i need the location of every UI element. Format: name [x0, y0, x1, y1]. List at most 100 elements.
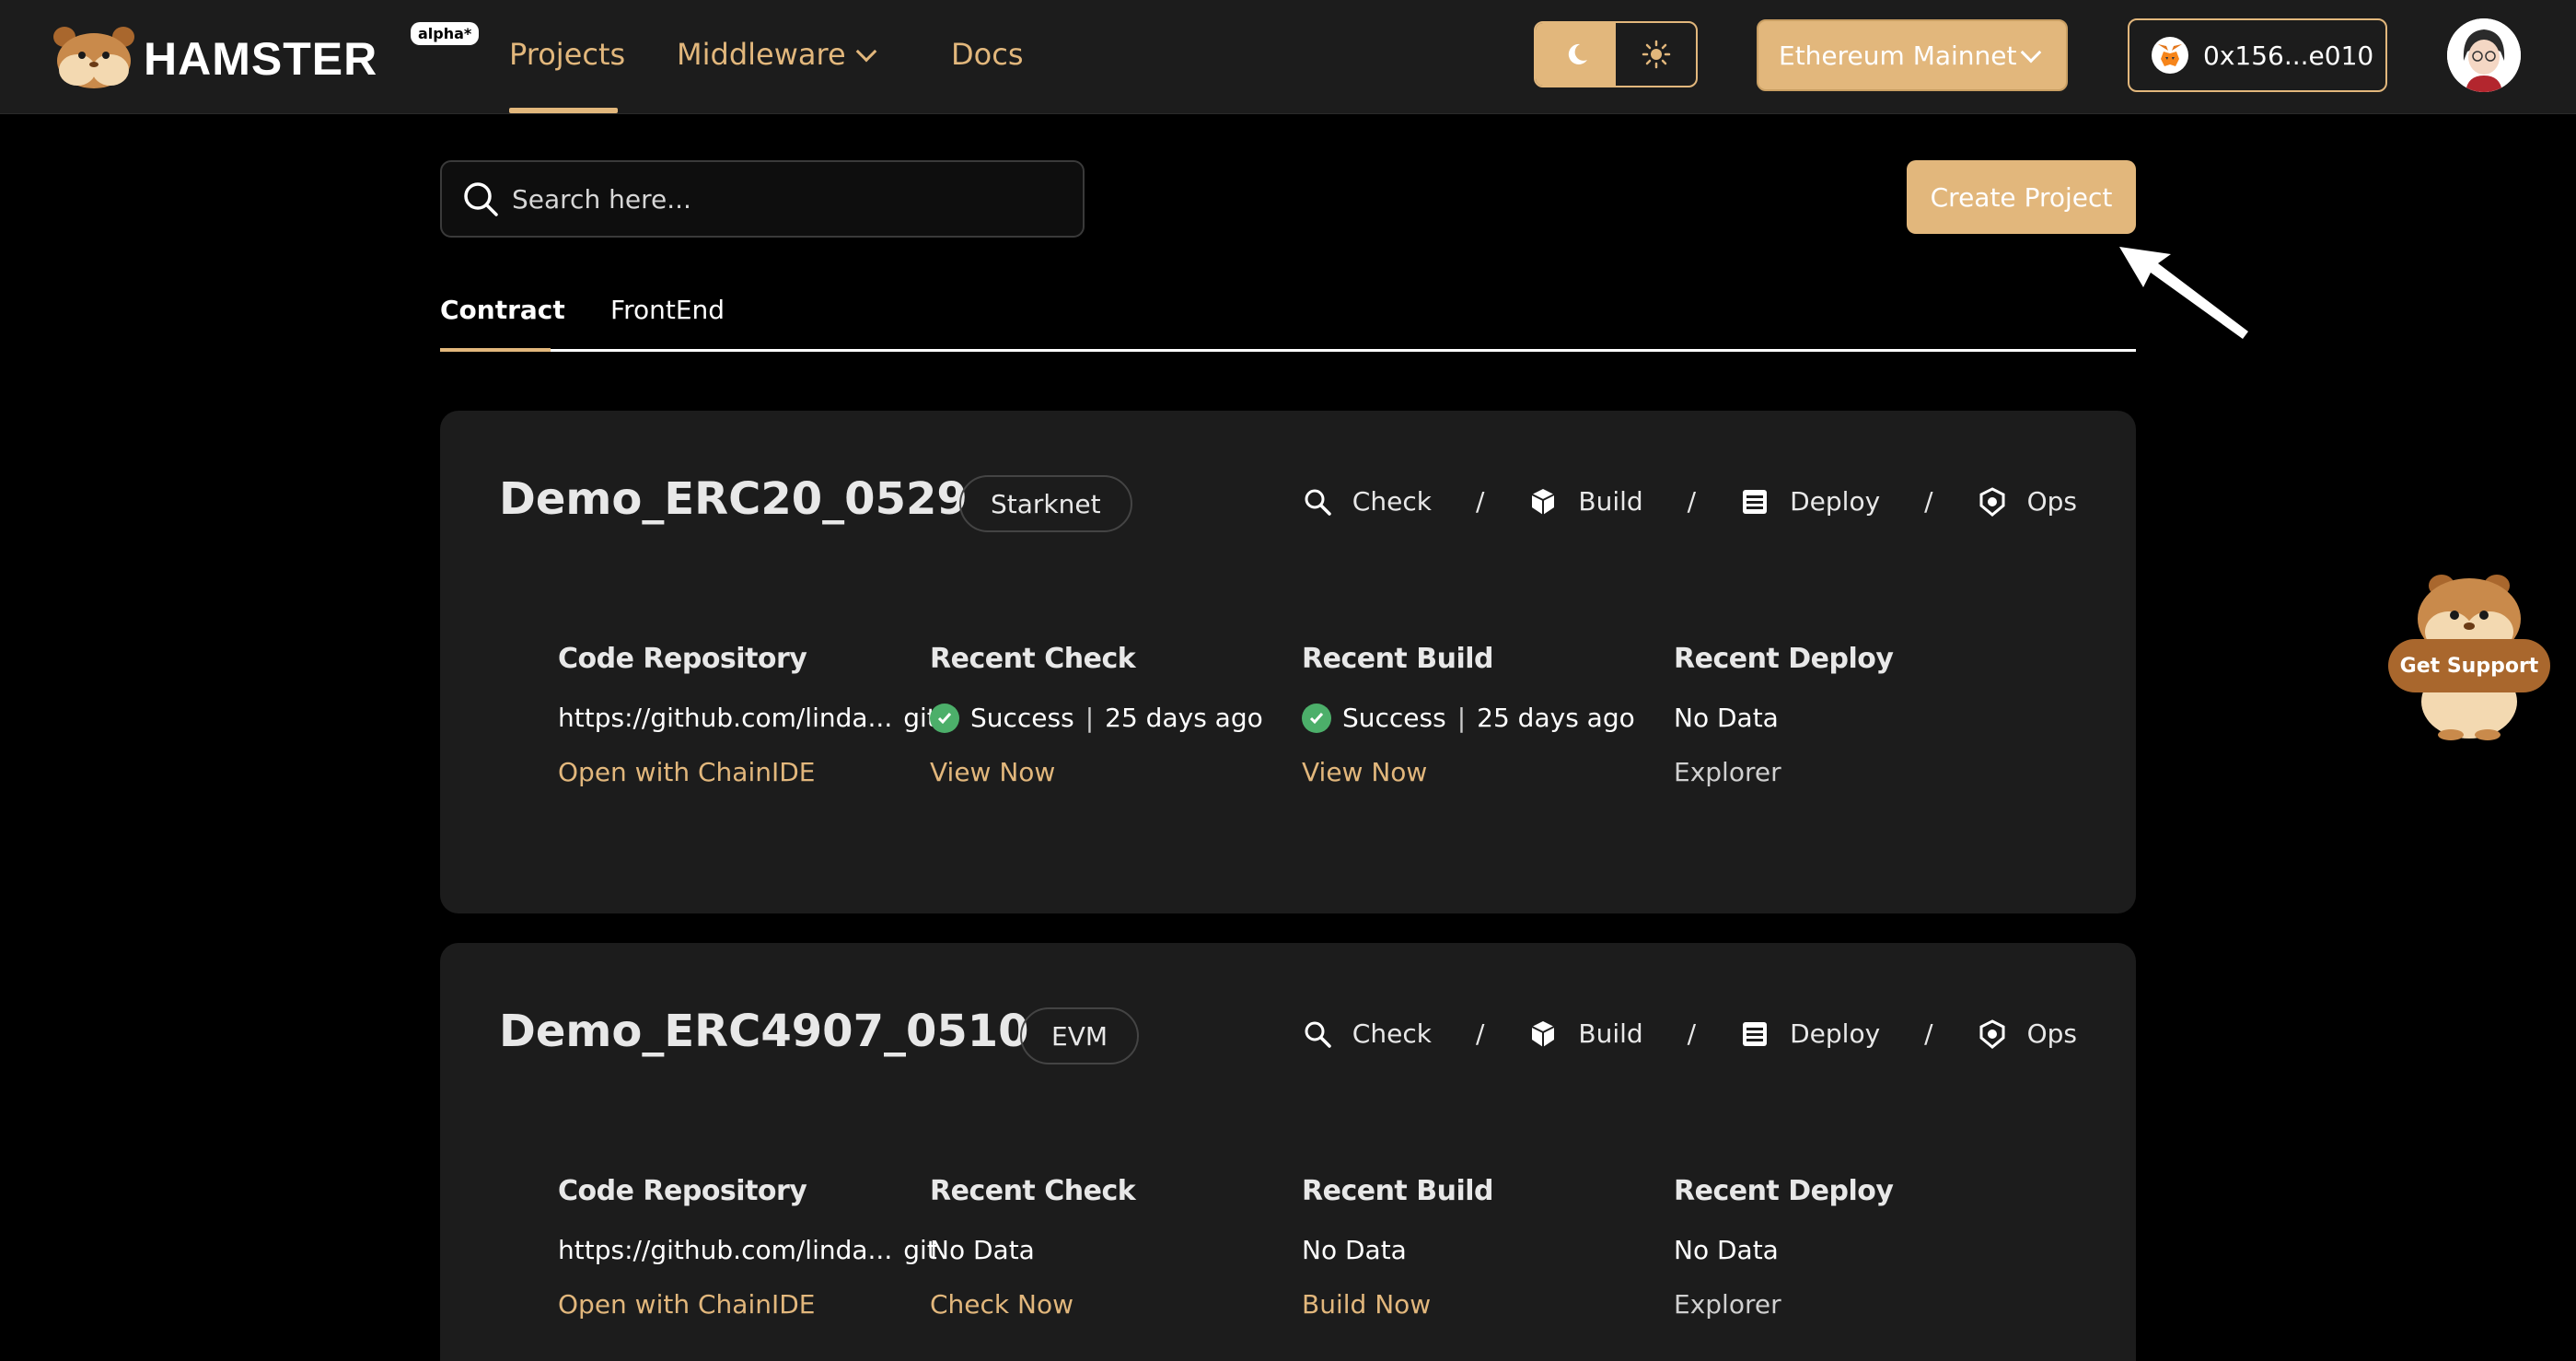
- build-icon: [1531, 1020, 1555, 1047]
- nav-docs[interactable]: Docs: [951, 37, 1023, 72]
- top-navigation-bar: HAMSTER alpha* Projects Middleware Docs: [0, 0, 2576, 114]
- step-build-label: Build: [1578, 1018, 1643, 1049]
- step-separator: /: [1475, 1018, 1485, 1049]
- recent-check-column: Recent Check Success | 25 days ago View …: [930, 643, 1298, 787]
- build-status-text: Success: [1342, 703, 1446, 733]
- step-separator: /: [1475, 486, 1485, 517]
- brand-name: HAMSTER: [144, 33, 378, 85]
- check-time: 25 days ago: [1105, 703, 1263, 733]
- network-selector[interactable]: Ethereum Mainnet: [1757, 19, 2068, 91]
- workflow-steps: Check / Build / Deploy / Ops: [1303, 1018, 2077, 1049]
- repo-url-text: https://github.com/linda...: [558, 703, 893, 733]
- build-time: 25 days ago: [1477, 703, 1635, 733]
- step-build-label: Build: [1578, 486, 1643, 517]
- get-support-button[interactable]: Get Support: [2388, 639, 2550, 692]
- project-name[interactable]: Demo_ERC20_0529: [499, 473, 968, 525]
- step-build[interactable]: Build: [1528, 1018, 1643, 1049]
- project-name[interactable]: Demo_ERC4907_0510: [499, 1006, 1029, 1057]
- step-separator: /: [1687, 1018, 1697, 1049]
- chain-badge: EVM: [1020, 1007, 1140, 1064]
- step-check[interactable]: Check: [1303, 486, 1432, 517]
- step-build[interactable]: Build: [1528, 486, 1643, 517]
- dark-mode-option[interactable]: [1536, 23, 1616, 86]
- repo-url-text: https://github.com/linda...: [558, 1235, 893, 1265]
- build-status: Success | 25 days ago: [1302, 703, 1670, 733]
- check-status: No Data: [930, 1235, 1035, 1265]
- check-status-text: Success: [970, 703, 1074, 733]
- build-now-link[interactable]: Build Now: [1302, 1289, 1670, 1320]
- search-box[interactable]: [440, 160, 1085, 238]
- recent-deploy-column: Recent Deploy No Data Explorer: [1674, 643, 2042, 787]
- tab-active-indicator: [440, 348, 551, 352]
- step-deploy-label: Deploy: [1790, 1018, 1881, 1049]
- deploy-icon: [1743, 489, 1768, 514]
- status-separator: |: [1456, 703, 1467, 733]
- column-heading: Recent Deploy: [1674, 643, 1894, 675]
- project-card: Demo_ERC20_0529 Starknet Check / Build /…: [440, 411, 2136, 913]
- sun-icon: [1642, 40, 1670, 69]
- build-icon: [1531, 488, 1555, 515]
- create-project-button[interactable]: Create Project: [1907, 160, 2136, 234]
- step-separator: /: [1687, 486, 1697, 517]
- deploy-icon: [1743, 1021, 1768, 1046]
- view-check-link[interactable]: View Now: [930, 757, 1298, 787]
- tab-frontend[interactable]: FrontEnd: [610, 295, 725, 325]
- search-input[interactable]: [512, 183, 1064, 215]
- ops-icon: [1979, 1018, 2005, 1049]
- step-separator: /: [1924, 486, 1933, 517]
- column-heading: Code Repository: [558, 1175, 807, 1207]
- project-type-tabs: Contract FrontEnd: [440, 291, 2136, 352]
- status-separator: |: [1085, 703, 1095, 733]
- open-with-chainide-link[interactable]: Open with ChainIDE: [558, 1289, 926, 1320]
- nav-middleware[interactable]: Middleware: [677, 37, 876, 72]
- alpha-badge: alpha*: [411, 22, 480, 45]
- view-build-link[interactable]: View Now: [1302, 757, 1670, 787]
- explorer-link[interactable]: Explorer: [1674, 757, 2042, 787]
- success-check-icon: [1302, 703, 1331, 733]
- recent-build-column: Recent Build Success | 25 days ago View …: [1302, 643, 1670, 787]
- recent-deploy-column: Recent Deploy No Data Explorer: [1674, 1175, 2042, 1320]
- check-status: Success | 25 days ago: [930, 703, 1298, 733]
- wallet-address-button[interactable]: 0x156...e010: [2128, 18, 2387, 92]
- column-heading: Recent Build: [1302, 1175, 1493, 1207]
- step-check-label: Check: [1352, 1018, 1432, 1049]
- brand-logo[interactable]: HAMSTER alpha*: [52, 22, 480, 88]
- user-avatar[interactable]: [2447, 18, 2521, 92]
- project-card: Demo_ERC4907_0510 EVM Check / Build / De…: [440, 943, 2136, 1361]
- chevron-down-icon: [855, 41, 876, 63]
- check-now-link[interactable]: Check Now: [930, 1289, 1298, 1320]
- step-separator: /: [1924, 1018, 1933, 1049]
- nav-projects[interactable]: Projects: [509, 37, 625, 72]
- explorer-link[interactable]: Explorer: [1674, 1289, 2042, 1320]
- repo-url: https://github.com/linda... git: [558, 703, 937, 733]
- magnifier-icon: [1305, 489, 1331, 516]
- light-mode-option[interactable]: [1616, 23, 1696, 86]
- repo-url: https://github.com/linda... git: [558, 1235, 937, 1265]
- step-ops[interactable]: Ops: [1978, 486, 2077, 517]
- pointer-arrow-annotation: [2119, 247, 2248, 339]
- step-ops[interactable]: Ops: [1978, 1018, 2077, 1049]
- recent-check-column: Recent Check No Data Check Now: [930, 1175, 1298, 1320]
- step-deploy-label: Deploy: [1790, 486, 1881, 517]
- tab-contract[interactable]: Contract: [440, 295, 565, 325]
- deploy-status: No Data: [1674, 703, 1779, 733]
- recent-build-column: Recent Build No Data Build Now: [1302, 1175, 1670, 1320]
- theme-toggle[interactable]: [1534, 21, 1698, 87]
- moon-icon: [1568, 43, 1587, 64]
- column-heading: Recent Check: [930, 643, 1136, 675]
- column-heading: Recent Build: [1302, 643, 1493, 675]
- deploy-status: No Data: [1674, 1235, 1779, 1265]
- support-widget[interactable]: Get Support: [2388, 573, 2550, 742]
- open-with-chainide-link[interactable]: Open with ChainIDE: [558, 757, 926, 787]
- network-selected-value: Ethereum Mainnet: [1779, 40, 2017, 71]
- code-repository-column: Code Repository https://github.com/linda…: [558, 643, 937, 787]
- code-repository-column: Code Repository https://github.com/linda…: [558, 1175, 937, 1320]
- step-ops-label: Ops: [2026, 1018, 2077, 1049]
- ops-icon: [1979, 486, 2005, 517]
- step-check[interactable]: Check: [1303, 1018, 1432, 1049]
- avatar-icon: [2447, 18, 2521, 92]
- chain-badge: Starknet: [959, 475, 1132, 532]
- search-icon: [464, 182, 498, 216]
- step-deploy[interactable]: Deploy: [1740, 1018, 1880, 1049]
- step-deploy[interactable]: Deploy: [1740, 486, 1880, 517]
